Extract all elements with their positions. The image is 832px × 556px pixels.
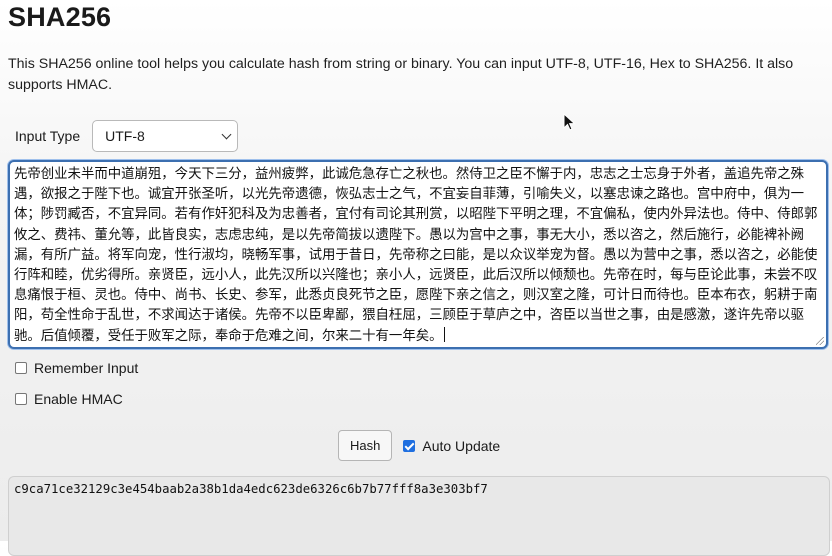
hash-button[interactable]: Hash [338, 430, 393, 461]
enable-hmac-checkbox[interactable] [15, 393, 27, 405]
input-type-row: Input Type UTF-8 [15, 118, 239, 154]
input-text: 先帝创业未半而中道崩殂，今天下三分，益州疲弊，此诚危急存亡之秋也。然侍卫之臣不懈… [14, 167, 818, 344]
hash-controls: Hash Auto Update [338, 430, 500, 461]
page-description: This SHA256 online tool helps you calcul… [8, 56, 794, 93]
auto-update-label: Auto Update [422, 437, 501, 454]
hash-output-value: c9ca71ce32129c3e454baab2a38b1da4edc623de… [14, 482, 488, 496]
auto-update-checkbox[interactable] [403, 439, 416, 452]
page-title: SHA256 [8, 2, 112, 32]
enable-hmac-label: Enable HMAC [34, 391, 123, 407]
enable-hmac-option[interactable]: Enable HMAC [15, 391, 123, 407]
resize-handle-icon[interactable] [816, 337, 824, 345]
remember-input-checkbox[interactable] [15, 362, 27, 374]
input-type-select[interactable]: UTF-8 [92, 120, 239, 152]
chevron-down-icon [221, 129, 232, 139]
input-textarea[interactable]: 先帝创业未半而中道崩殂，今天下三分，益州疲弊，此诚危急存亡之秋也。然侍卫之臣不懈… [8, 160, 828, 349]
remember-input-option[interactable]: Remember Input [15, 360, 138, 376]
remember-input-label: Remember Input [34, 360, 139, 376]
hash-output[interactable]: c9ca71ce32129c3e454baab2a38b1da4edc623de… [8, 476, 830, 556]
input-type-selected-value: UTF-8 [105, 128, 145, 144]
mouse-pointer-icon [563, 113, 576, 131]
text-caret [443, 326, 445, 342]
input-type-label: Input Type [15, 128, 81, 144]
